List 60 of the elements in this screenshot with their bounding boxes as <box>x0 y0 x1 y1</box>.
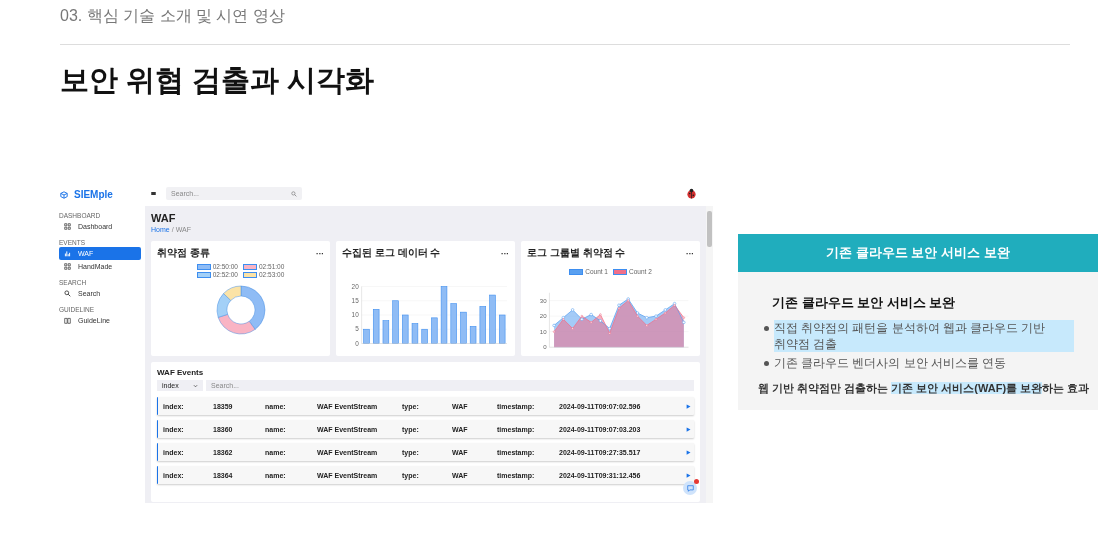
bar <box>411 323 419 344</box>
data-point <box>645 316 649 320</box>
search-icon <box>291 190 297 197</box>
more-menu[interactable]: ··· <box>501 248 509 258</box>
bar <box>382 320 390 344</box>
bar-chart-icon <box>64 250 71 257</box>
notification-dot <box>694 479 699 484</box>
summary-text: 웹 기반 취약점만 검출하는 기존 보안 서비스(WAF)를 보완하는 효과 <box>758 381 1090 397</box>
bar <box>440 286 448 344</box>
data-point <box>589 312 593 317</box>
card-title: 수집된 로그 데이터 수 <box>342 246 441 260</box>
section-label: 03. 핵심 기술 소개 및 시연 영상 <box>60 6 286 26</box>
bar <box>431 317 438 344</box>
cube-icon <box>60 190 68 199</box>
play-icon[interactable] <box>686 426 691 432</box>
data-point <box>645 324 648 327</box>
page-title: WAF <box>151 212 177 224</box>
data-point <box>571 308 575 312</box>
data-point <box>552 330 556 333</box>
ladybug-icon[interactable] <box>686 188 697 199</box>
menu-icon[interactable] <box>151 192 156 195</box>
chat-button[interactable] <box>683 481 697 495</box>
bullet-dot <box>764 361 769 367</box>
slide-title: 보안 위협 검출과 시각화 <box>60 63 376 98</box>
more-menu[interactable]: ··· <box>686 248 694 258</box>
bar <box>373 309 380 344</box>
data-point <box>599 313 602 316</box>
bar <box>363 328 370 344</box>
chevron-down-icon <box>193 383 198 388</box>
bar <box>402 314 409 344</box>
search-icon <box>64 290 71 297</box>
chat-icon <box>686 484 694 492</box>
play-icon[interactable] <box>686 472 691 478</box>
bar <box>460 311 467 344</box>
bar <box>421 328 428 344</box>
data-point <box>571 327 574 330</box>
app-logo: SIEMple <box>74 189 113 200</box>
card-title: WAF Events <box>157 368 205 377</box>
grid-icon <box>64 263 71 270</box>
bullet-dot <box>764 326 769 331</box>
play-icon[interactable] <box>686 449 691 455</box>
bar <box>499 314 506 344</box>
data-point <box>598 319 602 323</box>
play-icon[interactable] <box>686 403 691 409</box>
card-title: 로그 그룹별 취약점 수 <box>527 246 626 260</box>
bar <box>450 303 457 344</box>
more-menu[interactable]: ··· <box>316 248 324 258</box>
panel-header: 기존 클라우드 보안 서비스 보완 <box>738 234 1098 272</box>
data-point <box>552 323 556 328</box>
panel-heading: 기존 클라우드 보안 서비스 보완 <box>772 294 957 312</box>
grid-icon <box>64 223 71 230</box>
bullet-text: 기존 클라우드 벤더사의 보안 서비스를 연동 <box>774 356 1007 372</box>
card-title: 취약점 종류 <box>157 246 210 260</box>
bullet-text: 직접 취약점의 패턴을 분석하여 웹과 클라우드 기반 취약점 검출 <box>774 320 1074 353</box>
book-icon <box>64 317 71 324</box>
bar <box>469 326 477 344</box>
bar <box>392 300 399 344</box>
bar <box>479 306 486 344</box>
bar <box>489 294 496 344</box>
data-point <box>590 321 593 324</box>
